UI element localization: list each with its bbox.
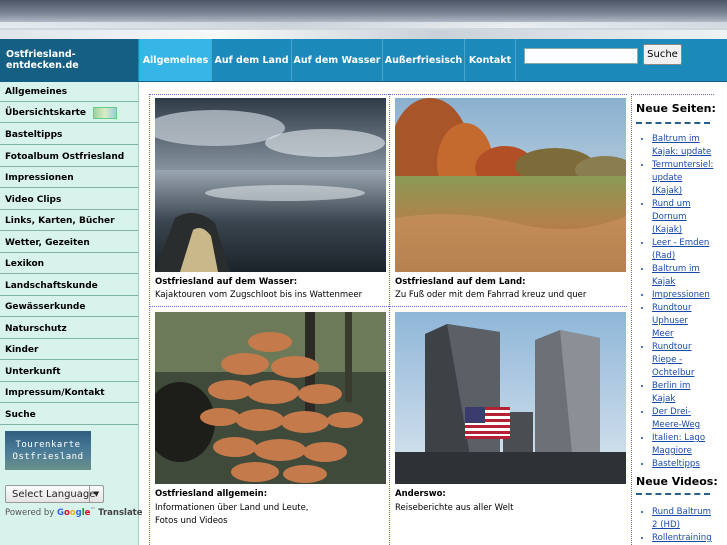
sidebar-item-label: Übersichtskarte <box>5 107 87 118</box>
new-page-link[interactable]: Berlin im Kajak <box>652 380 712 406</box>
sidebar-item-label: Suche <box>5 409 36 420</box>
top-navbar: Ostfriesland-entdecken.de Allgemeines Au… <box>0 39 727 82</box>
language-select-label: Select Language <box>12 488 96 500</box>
map-thumbnail-icon <box>93 106 118 119</box>
sidebar-item-uebersichtskarte[interactable]: Übersichtskarte <box>0 103 138 123</box>
sidebar-item-label: Impressum/Kontakt <box>5 387 105 398</box>
header-ice-shore <box>0 30 727 39</box>
new-page-link[interactable]: Baltrum im Kajak: update <box>652 133 712 159</box>
tile-title-elsewhere[interactable]: Anderswo: <box>395 489 446 499</box>
sidebar-item-wetter[interactable]: Wetter, Gezeiten <box>0 233 138 253</box>
sidebar-item-label: Basteltipps <box>5 129 63 140</box>
sidebar-item-label: Wetter, Gezeiten <box>5 237 90 248</box>
sidebar-item-label: Gewässerkunde <box>5 301 86 312</box>
sidebar-item-label: Unterkunft <box>5 366 61 377</box>
nav-item-allgemeines[interactable]: Allgemeines <box>139 39 211 81</box>
new-pages-list: Baltrum im Kajak: update Termuntersiel: … <box>636 133 713 471</box>
sidebar-item-label: Landschaftskunde <box>5 280 98 291</box>
nav-item-kontakt[interactable]: Kontakt <box>464 39 516 81</box>
trademark-symbol: ™ <box>90 507 96 513</box>
sidebar-item-impressionen[interactable]: Impressionen <box>0 168 138 188</box>
new-page-link[interactable]: Impressionen <box>652 289 712 302</box>
sidebar-item-kinder[interactable]: Kinder <box>0 340 138 360</box>
header-ice-band <box>0 22 727 28</box>
language-select[interactable]: Select Language ▼ <box>5 485 104 503</box>
new-pages-title: Neue Seiten: <box>636 102 716 115</box>
search-button[interactable]: Suche <box>643 44 682 65</box>
sidebar-item-naturschutz[interactable]: Naturschutz <box>0 319 138 339</box>
sidebar-item-label: Allgemeines <box>5 86 68 97</box>
new-videos-list: Rund Baltrum 2 (HD) Rollentraining <box>636 506 712 545</box>
tile-image-land[interactable] <box>395 98 626 272</box>
grid-vertical-divider <box>389 94 390 545</box>
sidebar-item-landschaftskunde[interactable]: Landschaftskunde <box>0 276 138 296</box>
tile-image-water[interactable] <box>155 98 386 272</box>
tile-text-general-line1: Informationen über Land und Leute, <box>155 503 309 513</box>
sidebar-item-label: Fotoalbum Ostfriesland <box>5 151 125 162</box>
powered-by-text: Powered by <box>5 507 55 518</box>
new-page-link[interactable]: Der Drei-Meere-Weg <box>652 406 712 432</box>
new-pages-divider <box>636 122 710 124</box>
sidebar: Allgemeines Übersichtskarte Basteltipps … <box>0 82 139 545</box>
new-page-link[interactable]: Basteltipps <box>652 458 712 471</box>
sidebar-item-unterkunft[interactable]: Unterkunft <box>0 362 138 382</box>
new-page-link[interactable]: Baltrum im Kajak <box>652 263 712 289</box>
tile-image-general[interactable] <box>155 312 386 484</box>
translate-text: Translate <box>98 507 143 518</box>
new-videos-divider <box>636 493 710 495</box>
tile-image-elsewhere[interactable] <box>395 312 626 484</box>
nav-item-auf-dem-wasser[interactable]: Auf dem Wasser <box>291 39 382 81</box>
google-logo: Google <box>56 507 91 518</box>
google-translate-attribution[interactable]: Powered by Google™ Translate <box>5 507 143 518</box>
new-video-link[interactable]: Rollentraining <box>652 532 712 545</box>
tile-title-water[interactable]: Ostfriesland auf dem Wasser: <box>155 277 297 287</box>
new-video-link[interactable]: Rund Baltrum 2 (HD) <box>652 506 712 532</box>
tile-text-general-line2: Fotos und Videos <box>155 516 228 526</box>
sidebar-item-suche[interactable]: Suche <box>0 405 138 425</box>
nav-item-auf-dem-land[interactable]: Auf dem Land <box>211 39 291 81</box>
tile-text-water: Kajaktouren vom Zugschloot bis ins Watte… <box>155 290 363 300</box>
tile-text-elsewhere: Reiseberichte aus aller Welt <box>395 503 514 513</box>
new-page-link[interactable]: Leer - Emden (Rad) <box>652 237 712 263</box>
header-banner-image <box>0 0 727 39</box>
sidebar-item-video-clips[interactable]: Video Clips <box>0 190 138 210</box>
search-input[interactable] <box>524 48 638 64</box>
sidebar-item-fotoalbum[interactable]: Fotoalbum Ostfriesland <box>0 147 138 167</box>
sidebar-item-lexikon[interactable]: Lexikon <box>0 254 138 274</box>
sidebar-item-label: Links, Karten, Bücher <box>5 215 115 226</box>
sidebar-item-allgemeines[interactable]: Allgemeines <box>0 82 138 102</box>
sidebar-item-gewaesserkunde[interactable]: Gewässerkunde <box>0 297 138 317</box>
sidebar-item-label: Naturschutz <box>5 323 67 334</box>
new-page-link[interactable]: Italien: Lago Maggiore <box>652 432 712 458</box>
tile-title-land[interactable]: Ostfriesland auf dem Land: <box>395 277 526 287</box>
sidebar-item-label: Video Clips <box>5 194 62 205</box>
site-brand-link[interactable]: Ostfriesland-entdecken.de <box>0 39 138 81</box>
new-page-link[interactable]: Rundtour Uphuser Meer <box>652 302 712 341</box>
sidebar-item-links[interactable]: Links, Karten, Bücher <box>0 211 138 231</box>
tourenkarte-line2: Ostfriesland <box>12 452 84 462</box>
tourenkarte-line1: Tourenkarte <box>15 440 81 450</box>
grid-horizontal-divider <box>149 306 627 307</box>
tourenkarte-banner-link[interactable]: Tourenkarte Ostfriesland <box>5 431 91 470</box>
sidebar-item-label: Lexikon <box>5 258 45 269</box>
sidebar-item-label: Impressionen <box>5 172 74 183</box>
sidebar-item-label: Kinder <box>5 344 39 355</box>
tile-text-general: Informationen über Land und Leute, Fotos… <box>155 502 385 528</box>
sidebar-item-impressum[interactable]: Impressum/Kontakt <box>0 383 138 403</box>
new-page-link[interactable]: Rundtour Riepe - Ochtelbur <box>652 341 712 380</box>
tile-text-land: Zu Fuß oder mit dem Fahrrad kreuz und qu… <box>395 290 587 300</box>
dropdown-arrow-icon: ▼ <box>89 486 103 502</box>
new-page-link[interactable]: Rund um Dornum (Kajak) <box>652 198 712 237</box>
sidebar-item-basteltipps[interactable]: Basteltipps <box>0 125 138 145</box>
tile-title-general[interactable]: Ostfriesland allgemein: <box>155 489 267 499</box>
new-videos-title: Neue Videos: <box>636 475 718 488</box>
nav-item-ausserfriesisch[interactable]: Außerfriesisch <box>382 39 464 81</box>
new-page-link[interactable]: Termuntersiel: update (Kajak) <box>652 159 713 198</box>
